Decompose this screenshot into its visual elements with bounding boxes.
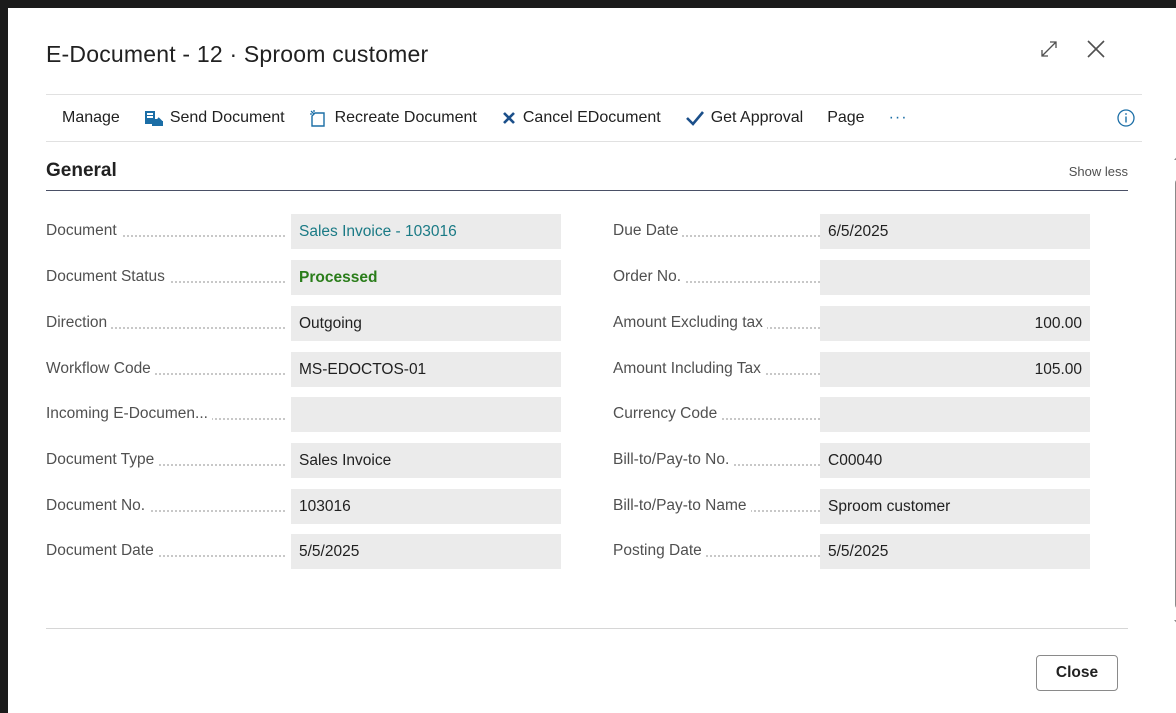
currency-code-field[interactable]: [820, 397, 1090, 432]
action-bar: Manage Send Document Recreate Document C…: [46, 94, 1142, 142]
close-button[interactable]: Close: [1036, 655, 1118, 691]
close-icon[interactable]: [1085, 38, 1107, 65]
more-icon: ···: [888, 109, 908, 126]
field-row-amount-excl-tax: Amount Excluding tax 100.00: [8, 306, 1128, 341]
page-menu[interactable]: Page: [827, 109, 864, 127]
order-no-field[interactable]: [820, 260, 1090, 295]
field-row-bill-to-no: Bill-to/Pay-to No. C00040: [8, 443, 1128, 478]
show-less-link[interactable]: Show less: [1069, 164, 1128, 179]
cancel-edocument-label: Cancel EDocument: [522, 109, 661, 126]
recreate-document-label: Recreate Document: [334, 109, 477, 126]
bill-to-name-field[interactable]: Sproom customer: [820, 489, 1090, 524]
get-approval-label: Get Approval: [710, 109, 804, 126]
recreate-document-button[interactable]: Recreate Document: [309, 109, 477, 127]
info-icon[interactable]: [1116, 108, 1136, 133]
vertical-scrollbar[interactable]: [1171, 153, 1176, 633]
field-row-bill-to-name: Bill-to/Pay-to Name Sproom customer: [8, 489, 1128, 524]
scroll-up-icon[interactable]: [1171, 153, 1176, 163]
send-document-icon: [144, 109, 164, 127]
manage-label: Manage: [62, 109, 120, 126]
field-row-amount-incl-tax: Amount Including Tax 105.00: [8, 352, 1128, 387]
manage-menu[interactable]: Manage: [62, 109, 120, 127]
field-row-due-date: Due Date 6/5/2025: [8, 214, 1128, 249]
checkmark-icon: [685, 109, 705, 127]
scroll-down-icon[interactable]: [1171, 617, 1176, 627]
due-date-field[interactable]: 6/5/2025: [820, 214, 1090, 249]
recreate-document-icon: [309, 109, 329, 127]
amount-incl-tax-field[interactable]: 105.00: [820, 352, 1090, 387]
cancel-icon: [501, 110, 517, 126]
cancel-edocument-button[interactable]: Cancel EDocument: [501, 109, 661, 127]
dialog-title: E-Document - 12 · Sproom customer: [46, 41, 429, 67]
amount-excl-tax-field[interactable]: 100.00: [820, 306, 1090, 341]
expand-icon[interactable]: [1038, 38, 1060, 65]
send-document-button[interactable]: Send Document: [144, 109, 285, 127]
field-row-posting-date: Posting Date 5/5/2025: [8, 534, 1128, 569]
more-options-button[interactable]: ···: [889, 109, 908, 127]
section-title-general: General: [46, 160, 117, 181]
send-document-label: Send Document: [169, 109, 285, 126]
e-document-dialog: E-Document - 12 · Sproom customer Manage…: [8, 8, 1176, 713]
footer-divider: [46, 628, 1128, 629]
get-approval-button[interactable]: Get Approval: [685, 109, 804, 127]
section-divider: [46, 190, 1128, 191]
page-label: Page: [827, 109, 865, 126]
posting-date-field[interactable]: 5/5/2025: [820, 534, 1090, 569]
bill-to-no-field[interactable]: C00040: [820, 443, 1090, 478]
field-row-order-no: Order No.: [8, 260, 1128, 295]
